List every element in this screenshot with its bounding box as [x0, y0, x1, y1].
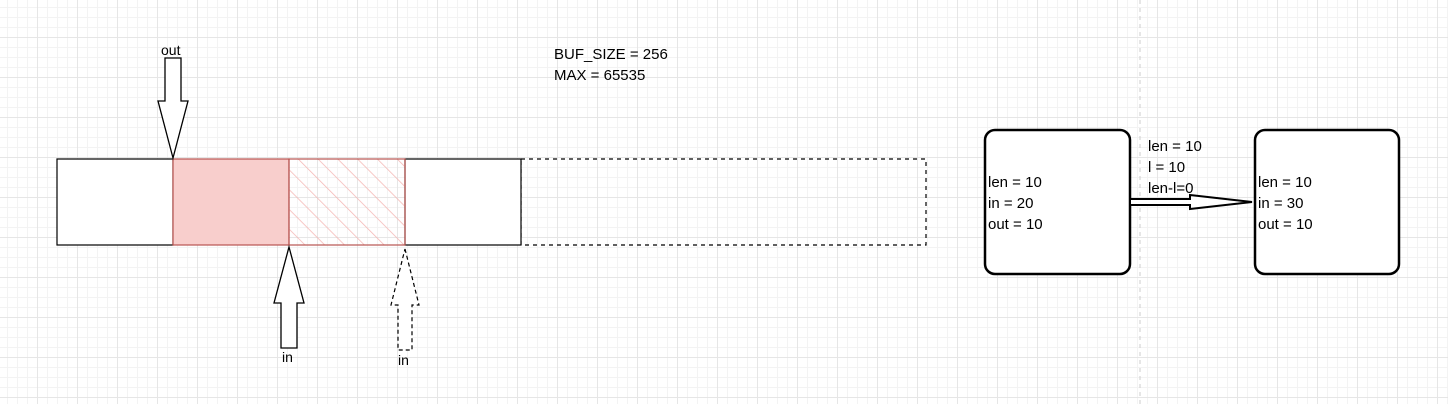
- state-after-text: len = 10 in = 30 out = 10: [1258, 172, 1313, 235]
- diagram-canvas: [56, 0, 1401, 404]
- constants-text: BUF_SIZE = 256 MAX = 65535: [554, 44, 668, 86]
- in-pointer-arrow: [273, 244, 305, 349]
- state-before-text: len = 10 in = 20 out = 10: [988, 172, 1043, 235]
- state-before-len: len = 10: [988, 174, 1042, 191]
- buffer-cell-4: [404, 158, 522, 246]
- transition-l: l = 10: [1148, 159, 1186, 176]
- transition-len: len = 10: [1148, 138, 1202, 155]
- in-next-pointer-arrow: [390, 248, 420, 351]
- state-after-in: in = 30: [1258, 195, 1304, 212]
- transition-text: len = 10 l = 10 len-l=0: [1148, 136, 1202, 199]
- state-before-in: in = 20: [988, 195, 1034, 212]
- out-pointer-arrow: [157, 57, 189, 161]
- in-label: in: [282, 349, 293, 365]
- state-after-len: len = 10: [1258, 174, 1312, 191]
- buffer-cell-hatched: [288, 158, 406, 246]
- transition-len-minus-l: len-l=0: [1148, 180, 1194, 197]
- constant-buf-size: BUF_SIZE = 256: [554, 46, 668, 63]
- state-before-out: out = 10: [988, 216, 1043, 233]
- in-next-label: in: [398, 352, 409, 368]
- constant-max: MAX = 65535: [554, 67, 646, 84]
- buffer-extension-dashed: [520, 158, 927, 246]
- out-label: out: [161, 42, 181, 58]
- buffer-cell-filled: [172, 158, 290, 246]
- buffer-cell-1: [56, 158, 174, 246]
- state-after-out: out = 10: [1258, 216, 1313, 233]
